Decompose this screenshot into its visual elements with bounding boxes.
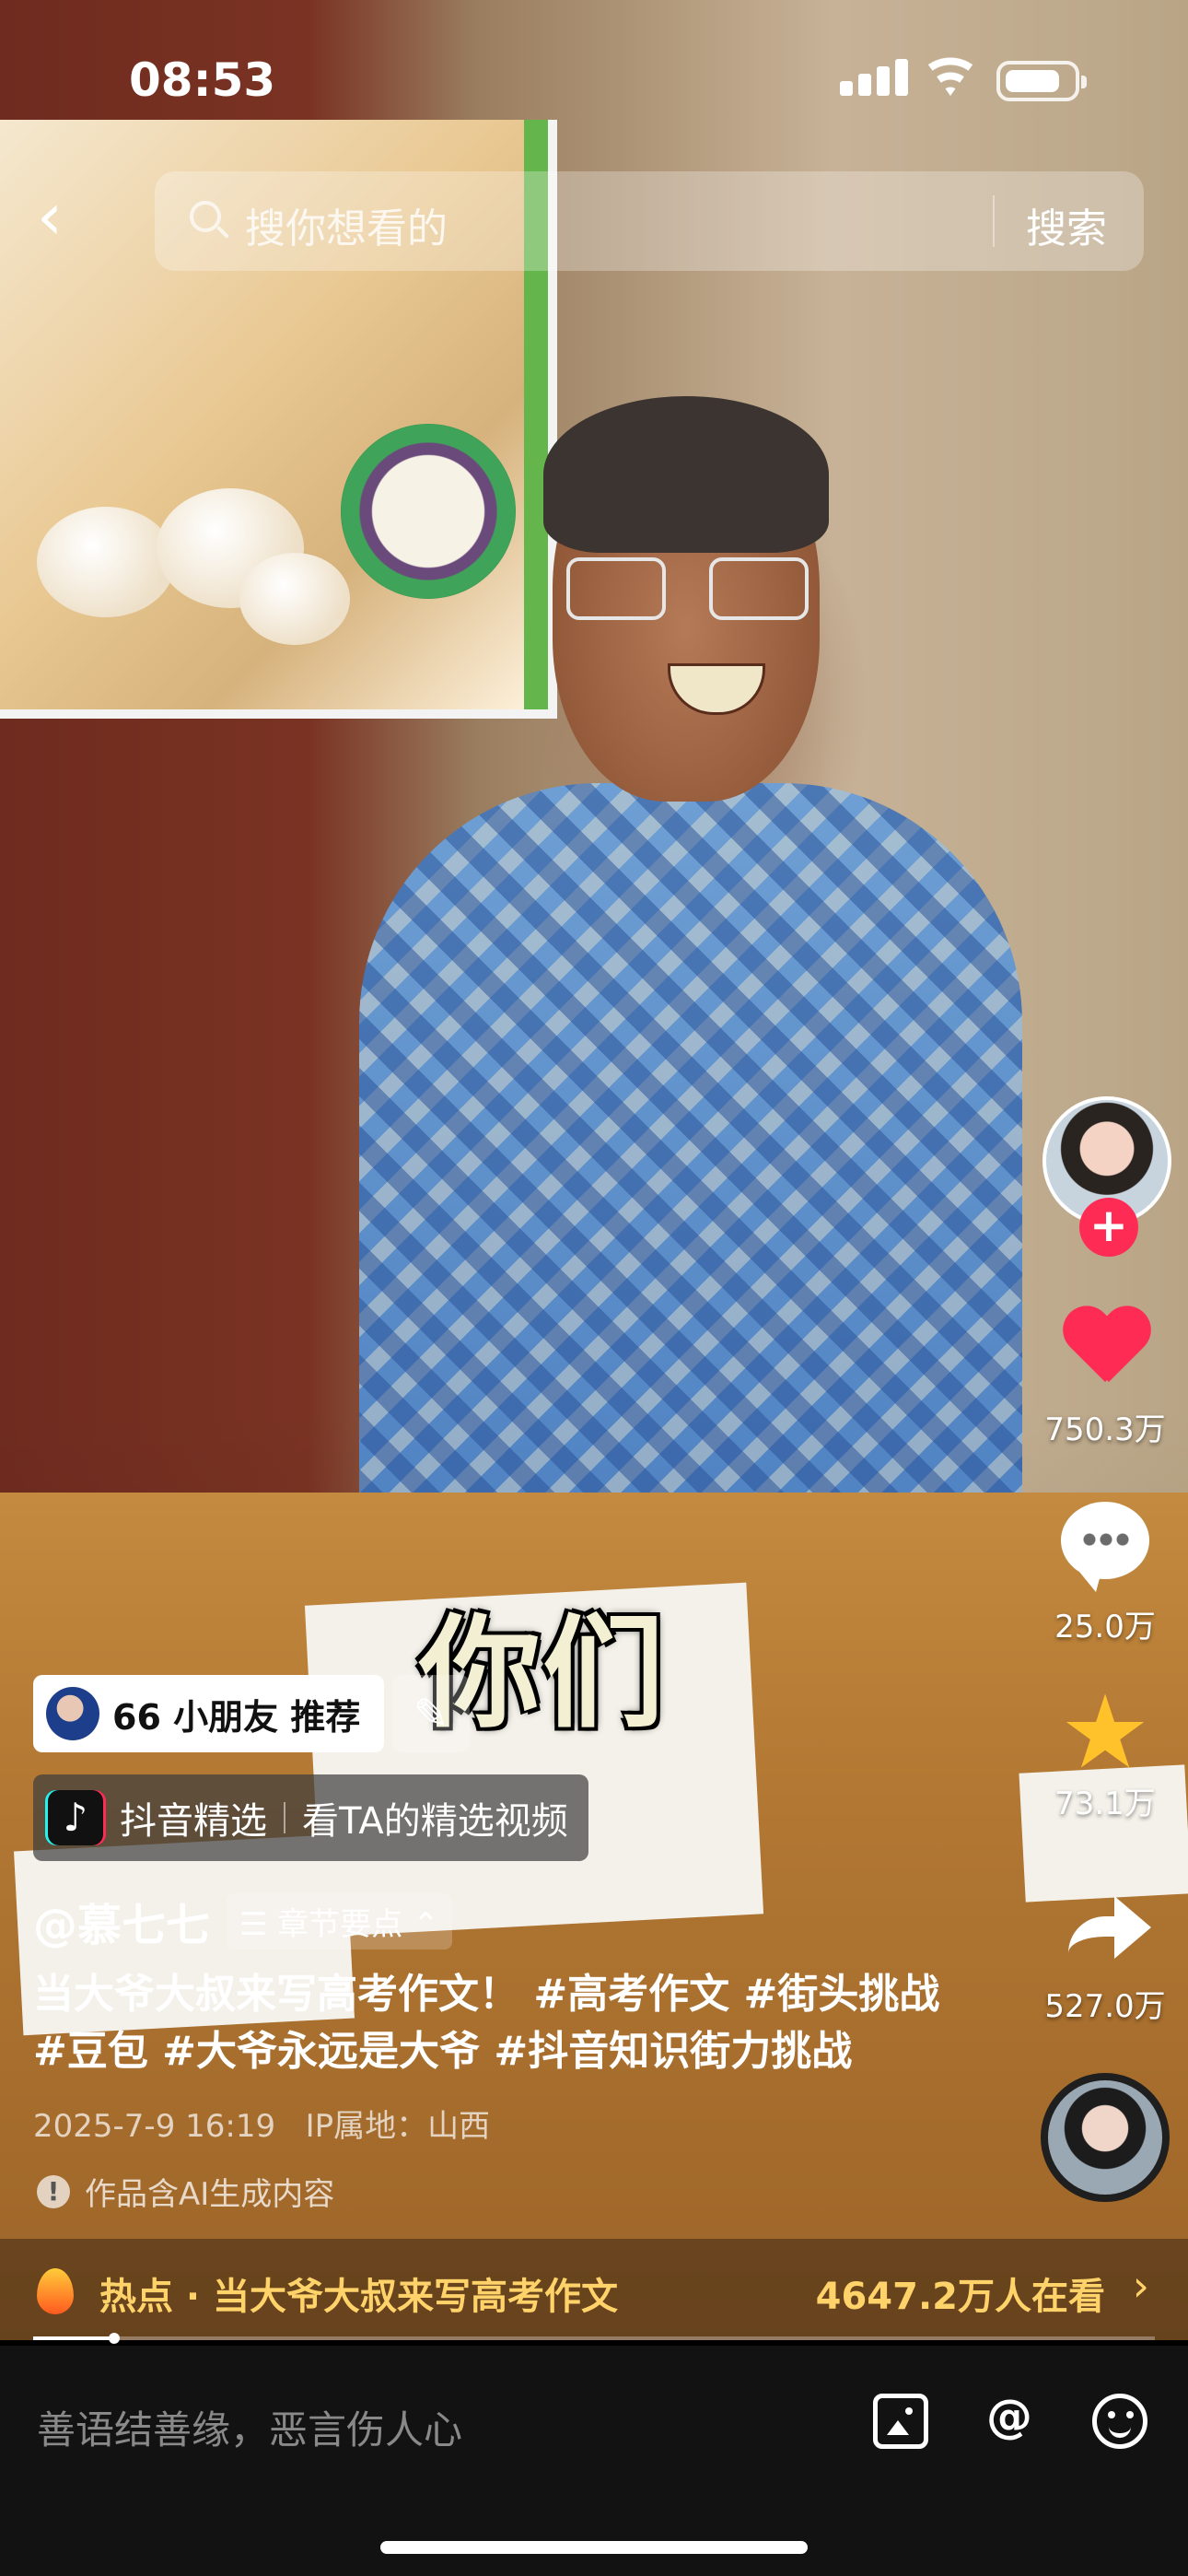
person-hair [543,396,829,553]
selection-brand: 抖音精选 [120,1800,267,1843]
glasses-right [709,557,809,620]
share-count: 527.0万 [1044,1988,1166,2025]
flame-icon [37,2268,74,2314]
search-input[interactable]: 搜你想看的 [245,195,448,254]
wifi-icon [923,57,978,96]
progress-fill [33,2336,114,2340]
plus-icon[interactable]: + [1079,1198,1138,1257]
poster-bun [37,507,175,617]
edit-icon[interactable]: ✎ [392,1675,470,1752]
author-name[interactable]: @慕七七 [33,1889,210,1953]
search-divider [993,195,995,247]
progress-knob[interactable] [108,2333,120,2344]
comment-bar: 善语结善缘，恶言伤人心 @ [0,2346,1188,2576]
recommend-text: 66 小朋友 推荐 [112,1696,361,1738]
battery-icon [996,61,1087,101]
poster-bowl [341,424,516,599]
share-button[interactable]: 527.0万 [1022,1889,1188,2026]
author-row: @慕七七 ☰ 章节要点 ⌃ [33,1889,452,1953]
recommend-chip[interactable]: 66 小朋友 推荐 [33,1675,385,1752]
hot-topic-bar[interactable]: 热点 · 当大爷大叔来写高考作文 4647.2万人在看 › [0,2239,1188,2340]
star-icon: ★ [1059,1673,1151,1791]
like-button[interactable]: 750.3万 [1022,1308,1188,1449]
comment-icon [1061,1502,1149,1592]
chevron-left-icon[interactable]: ‹ [37,184,63,249]
favorite-button[interactable]: ★ 73.1万 [1022,1673,1188,1823]
video-description[interactable]: 当大爷大叔来写高考作文！ #高考作文 #街头挑战 #豆包 #大爷永远是大爷 #抖… [33,1966,945,2080]
post-meta: 2025-7-9 16:19 IP属地：山西 [33,2101,490,2146]
comment-input[interactable]: 善语结善缘，恶言伤人心 [37,2399,462,2455]
share-icon [1059,1889,1151,1962]
home-indicator [380,2541,808,2554]
ai-notice-text: 作品含AI生成内容 [85,2176,335,2213]
selection-link[interactable]: 看TA的精选视频 [302,1791,568,1844]
at-icon[interactable]: @ [982,2394,1037,2449]
recommender-avatar [46,1687,99,1740]
chevron-right-icon: › [1132,2261,1149,2311]
comment-count: 25.0万 [1054,1609,1156,1645]
post-date: 2025-7-9 16:19 [33,2108,276,2145]
search-button[interactable]: 搜索 [1026,195,1107,254]
video-progress[interactable] [33,2333,1155,2344]
selection-banner[interactable]: ♪ 抖音精选 看TA的精选视频 [33,1774,588,1861]
search-bar[interactable]: 搜你想看的 搜索 [155,171,1144,271]
info-icon: ! [37,2174,70,2208]
glasses-left [566,557,666,620]
status-time: 08:53 [129,53,276,107]
person-body [359,783,1022,1612]
emoji-icon[interactable] [1092,2394,1147,2449]
chapters-button[interactable]: ☰ 章节要点 ⌃ [227,1892,452,1950]
search-icon [190,201,221,232]
douyin-logo-icon: ♪ [48,1790,103,1845]
hot-topic-text: 热点 · 当大爷大叔来写高考作文 [99,2276,619,2318]
image-icon[interactable] [873,2394,928,2449]
selection-divider [284,1802,285,1833]
heart-icon [1061,1308,1149,1391]
status-bar: 08:53 [0,0,1188,157]
favorite-count: 73.1万 [1054,1786,1156,1822]
like-count: 750.3万 [1044,1411,1166,1448]
music-disc[interactable] [1041,2073,1170,2202]
ai-notice: ! 作品含AI生成内容 [37,2169,334,2214]
ip-location: IP属地：山西 [305,2108,491,2145]
hot-viewers: 4647.2万人在看 [815,2276,1105,2318]
poster-bun [239,553,350,645]
comment-button[interactable]: 25.0万 [1022,1502,1188,1646]
